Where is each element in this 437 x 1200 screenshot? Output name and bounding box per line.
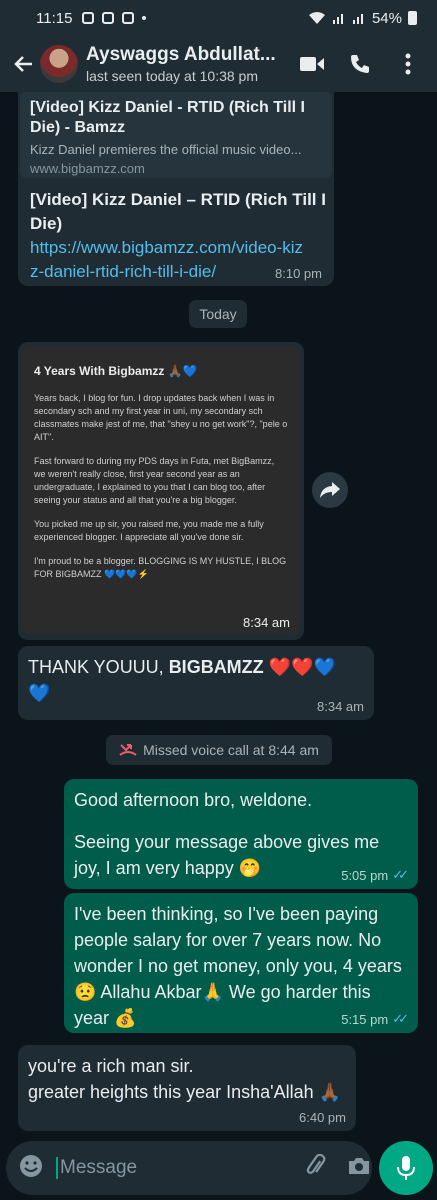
chat-header: Ayswaggs Abdullat... last seen today at … bbox=[0, 36, 437, 92]
incoming-text-message[interactable]: THANK YOUUU, BIGBAMZZ ❤️❤️💙 💙 8:34 am bbox=[18, 646, 374, 720]
shared-image[interactable]: 4 Years With Bigbamzz 🙏🏾💙 Years back, I … bbox=[22, 346, 300, 634]
back-arrow-icon[interactable] bbox=[10, 51, 36, 77]
message-composer bbox=[6, 1141, 372, 1195]
emoji-icon[interactable] bbox=[18, 1153, 44, 1184]
link-preview-card[interactable]: [Video] Kizz Daniel - RTID (Rich Till I … bbox=[20, 92, 332, 178]
contact-name: Ayswaggs Abdullat... bbox=[86, 44, 276, 65]
image-paragraph: You picked me up sir, you raised me, you… bbox=[34, 519, 264, 542]
more-options-icon[interactable] bbox=[395, 51, 421, 77]
link-message-url[interactable]: https://www.bigbamzz.com/video-kizz-dani… bbox=[30, 236, 310, 284]
battery-icon bbox=[408, 11, 417, 25]
outgoing-text-message[interactable]: I've been thinking, so I've been paying … bbox=[64, 893, 418, 1033]
date-divider: Today bbox=[189, 300, 247, 328]
voice-record-button[interactable] bbox=[379, 1141, 433, 1195]
read-receipt-icon: ✓✓ bbox=[392, 867, 409, 882]
instagram-notification-icon-2 bbox=[122, 12, 135, 24]
message-time: 8:10 pm bbox=[275, 266, 322, 281]
link-preview-domain: www.bigbamzz.com bbox=[30, 161, 145, 176]
missed-call-text: Missed voice call at 8:44 am bbox=[143, 742, 319, 758]
outgoing-text-message[interactable]: Good afternoon bro, weldone. Seeing your… bbox=[64, 779, 418, 889]
wifi-icon bbox=[308, 12, 325, 24]
link-preview-description: Kizz Daniel premieres the official music… bbox=[30, 142, 302, 157]
video-call-icon[interactable] bbox=[299, 51, 325, 77]
message-input[interactable] bbox=[56, 1157, 305, 1179]
message-text: greater heights this year Insha'Allah 🙏🏾 bbox=[28, 1082, 342, 1102]
message-time: 5:05 pm bbox=[341, 867, 389, 883]
message-time: 6:40 pm bbox=[299, 1110, 346, 1125]
status-time: 11:15 bbox=[36, 9, 73, 27]
missed-call-notice[interactable]: Missed voice call at 8:44 am bbox=[106, 735, 332, 765]
read-receipt-icon: ✓✓ bbox=[392, 1011, 409, 1026]
message-text-bold: BIGBAMZZ bbox=[168, 657, 264, 677]
image-paragraph: Fast forward to during my PDS days in Fu… bbox=[34, 456, 275, 505]
gallery-notification-icon bbox=[82, 12, 95, 24]
camera-icon[interactable] bbox=[347, 1155, 371, 1182]
image-paragraph: Years back, I blog for fun. I drop updat… bbox=[34, 393, 288, 442]
image-paragraph: I'm proud to be a blogger. BLOGGING IS M… bbox=[34, 556, 287, 579]
message-time: 8:34 am bbox=[317, 699, 364, 714]
link-message-title: [Video] Kizz Daniel – RTID (Rich Till I … bbox=[30, 190, 326, 233]
last-seen: last seen today at 10:38 pm bbox=[86, 68, 258, 84]
attach-icon[interactable] bbox=[305, 1153, 327, 1183]
signal-icon bbox=[332, 14, 343, 24]
forward-icon bbox=[320, 482, 340, 498]
battery-percent: 54% bbox=[371, 9, 402, 27]
message-text: you're a rich man sir. bbox=[28, 1056, 194, 1076]
message-time: 8:34 am bbox=[243, 615, 290, 630]
incoming-image-message[interactable]: 4 Years With Bigbamzz 🙏🏾💙 Years back, I … bbox=[18, 342, 304, 640]
instagram-notification-icon bbox=[102, 12, 115, 24]
message-text: Good afternoon bro, weldone. bbox=[74, 790, 313, 810]
missed-call-icon bbox=[119, 744, 137, 756]
contact-info[interactable]: Ayswaggs Abdullat... last seen today at … bbox=[86, 44, 286, 84]
status-bar: 11:15 54% bbox=[0, 0, 437, 36]
microphone-icon bbox=[397, 1156, 415, 1180]
incoming-text-message[interactable]: you're a rich man sir. greater heights t… bbox=[18, 1045, 356, 1131]
image-title: 4 Years With Bigbamzz 🙏🏾💙 bbox=[34, 364, 198, 378]
link-preview-title: [Video] Kizz Daniel - RTID (Rich Till I … bbox=[30, 99, 305, 136]
voice-call-icon[interactable] bbox=[347, 51, 373, 77]
avatar[interactable] bbox=[40, 45, 78, 83]
forward-button[interactable] bbox=[312, 472, 348, 508]
message-time: 5:15 pm bbox=[341, 1011, 389, 1027]
message-text: THANK YOUUU, bbox=[28, 657, 169, 677]
more-notifications-icon bbox=[142, 16, 147, 20]
signal-icon-2 bbox=[352, 14, 363, 24]
